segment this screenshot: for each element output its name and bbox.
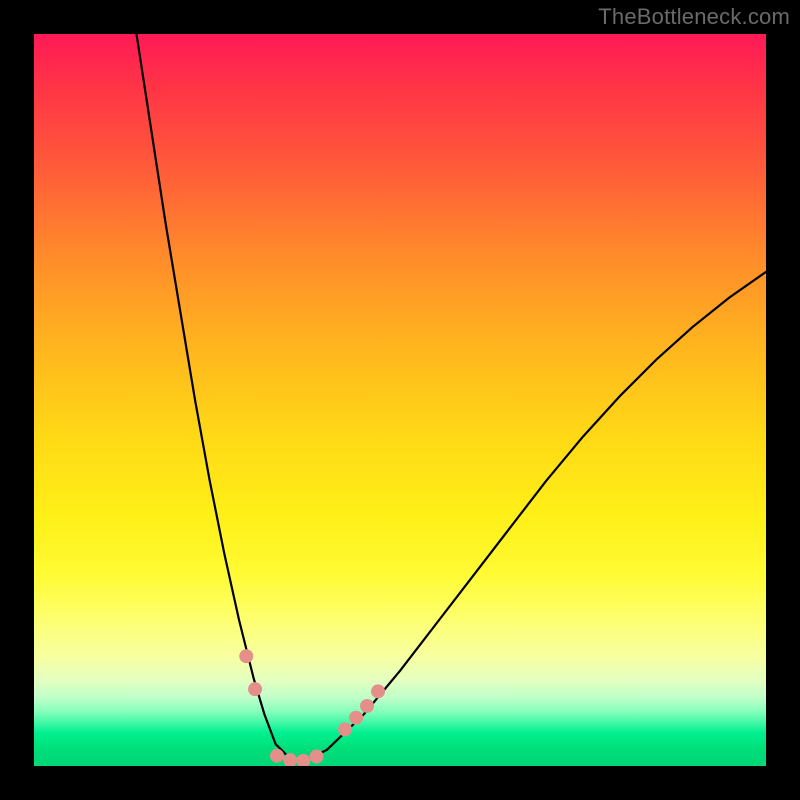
- data-point: [349, 711, 363, 725]
- chart-svg: [34, 34, 766, 766]
- data-point: [248, 682, 262, 696]
- data-point: [371, 684, 385, 698]
- chart-container: TheBottleneck.com: [0, 0, 800, 800]
- main-curve: [136, 34, 766, 761]
- data-point: [310, 749, 324, 763]
- watermark-text: TheBottleneck.com: [598, 4, 790, 30]
- data-point: [338, 722, 352, 736]
- data-point: [296, 754, 310, 766]
- data-point: [360, 699, 374, 713]
- plot-area: [34, 34, 766, 766]
- data-point: [239, 649, 253, 663]
- data-point: [270, 749, 284, 763]
- markers-group: [239, 649, 385, 766]
